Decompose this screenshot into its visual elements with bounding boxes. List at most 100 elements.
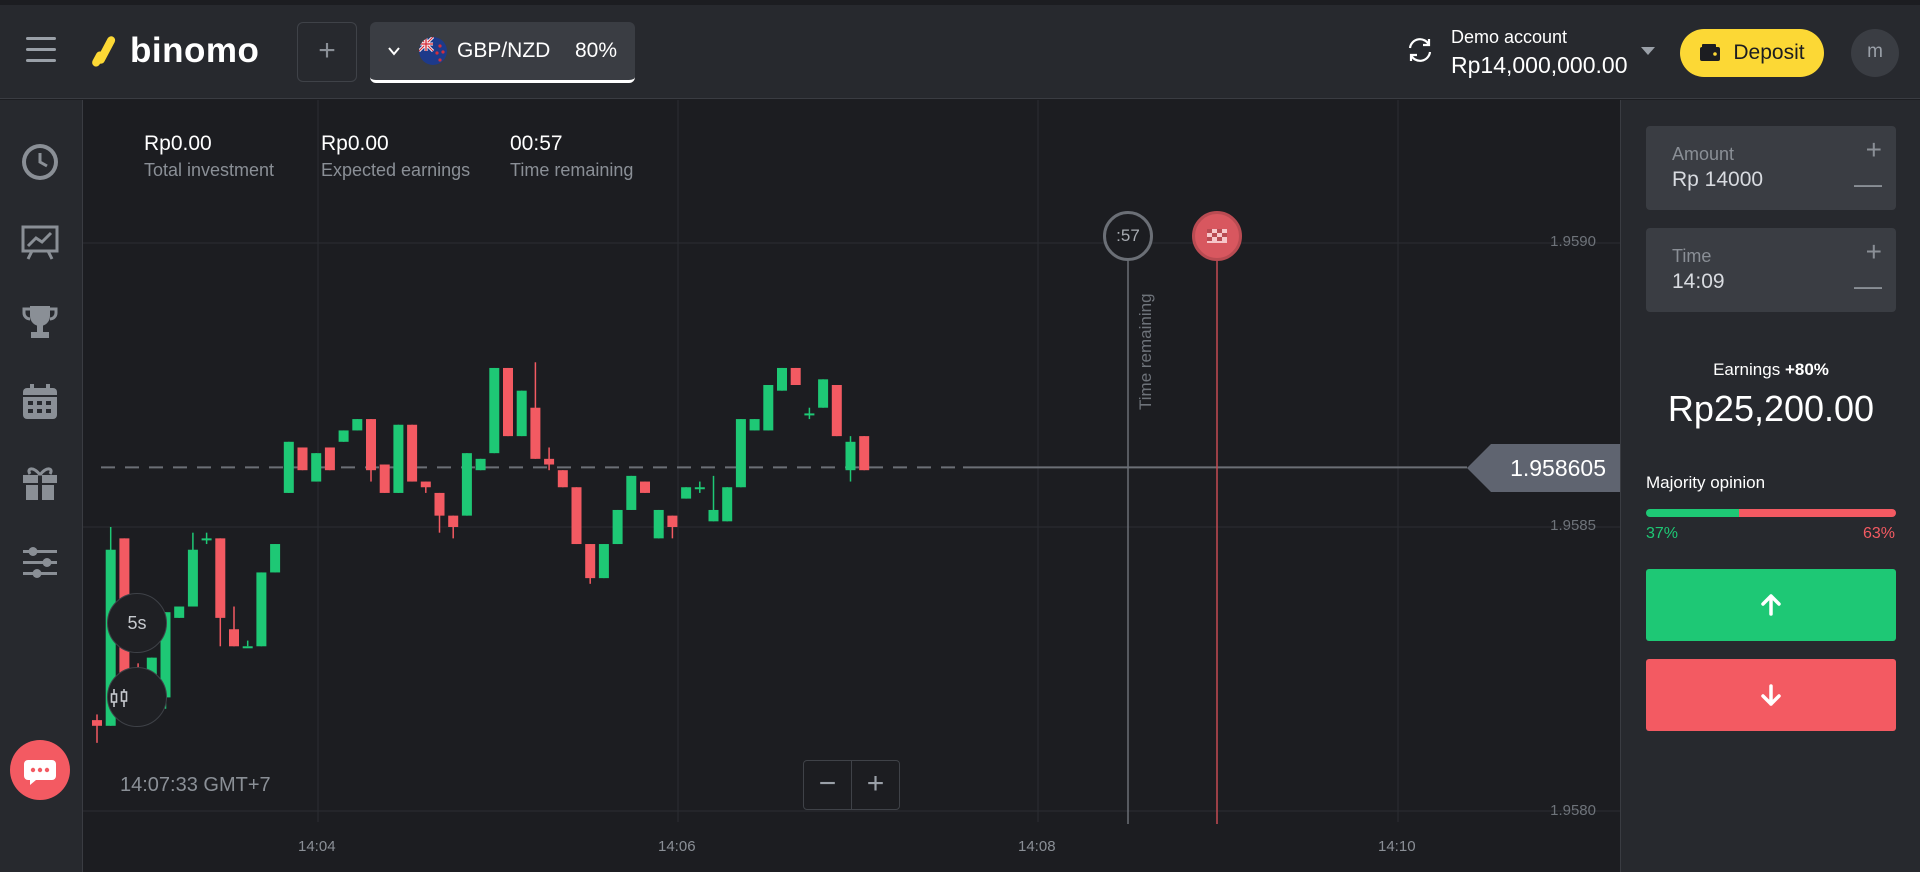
candle-body [612, 509, 623, 545]
top-bar: binomo + GBP/NZD 80% Demo account Rp14,0… [0, 5, 1920, 99]
candle-body [420, 481, 431, 488]
gift-icon[interactable] [20, 462, 60, 502]
add-asset-button[interactable]: + [297, 22, 357, 82]
deposit-button[interactable]: Deposit [1680, 29, 1824, 77]
candle-body [818, 379, 829, 408]
amount-plus-button[interactable]: + [1866, 134, 1882, 166]
zoom-out-button[interactable]: − [804, 761, 852, 809]
stat-total-investment: Rp0.00 Total investment [144, 132, 274, 181]
candle-body [598, 544, 609, 579]
account-label: Demo account [1451, 27, 1568, 47]
candle-body [448, 515, 459, 527]
down-button[interactable] [1646, 659, 1896, 731]
candle-body [174, 606, 185, 618]
time-label: Time [1672, 246, 1712, 266]
stat-label: Time remaining [510, 160, 634, 180]
candle-body [92, 720, 102, 726]
candle-body [667, 515, 678, 527]
up-button[interactable] [1646, 569, 1896, 641]
candle-body [338, 430, 349, 442]
candle-body [352, 419, 363, 431]
chevron-down-icon [388, 47, 400, 56]
logo-mark-icon [90, 33, 117, 69]
asset-name: GBP/NZD [457, 39, 551, 62]
amount-field[interactable]: Amount Rp 14000 + — [1646, 126, 1896, 210]
server-clock: 14:07:33 GMT+7 [120, 774, 271, 796]
chart-area[interactable]: Rp0.00 Total investment Rp0.00 Expected … [10, 100, 1620, 872]
candle-body [626, 475, 637, 510]
timeframe-button[interactable]: 5s [107, 593, 167, 653]
candle-body [735, 419, 746, 488]
amount-value[interactable]: Rp 14000 [1672, 168, 1763, 192]
time-minus-button[interactable]: — [1854, 270, 1882, 302]
candle-body [749, 419, 760, 431]
chat-icon[interactable] [10, 740, 70, 800]
candle-body [229, 629, 239, 647]
candle-body [694, 487, 705, 490]
sync-icon[interactable] [1403, 33, 1437, 67]
candle-body [407, 424, 418, 482]
candle-body [489, 367, 500, 454]
app: binomo + GBP/NZD 80% Demo account Rp14,0… [0, 0, 1920, 872]
chart-board-icon[interactable] [20, 222, 60, 262]
earnings-block: Earnings +80% Rp25,200.00 [1621, 360, 1920, 430]
menu-icon[interactable] [26, 37, 56, 63]
asset-payout: 80% [574, 39, 617, 62]
candle-body [434, 492, 445, 516]
candle-body [530, 407, 541, 459]
candle-body [461, 453, 472, 516]
candle-body [516, 390, 527, 437]
candle-body [283, 441, 294, 493]
asset-tab[interactable]: GBP/NZD 80% [370, 22, 635, 83]
candle-body [324, 447, 335, 471]
amount-label: Amount [1672, 144, 1735, 164]
current-price-tag: 1.958605 [1467, 444, 1620, 492]
earnings-pct: +80% [1784, 360, 1829, 379]
candle-body [763, 385, 774, 431]
stat-label: Expected earnings [321, 160, 471, 180]
candle-body [557, 470, 568, 488]
x-tick-label: 14:06 [658, 838, 696, 855]
candle-body [242, 646, 253, 649]
time-plus-button[interactable]: + [1866, 236, 1882, 268]
logo-text: binomo [130, 31, 260, 70]
caret-down-icon[interactable] [1641, 47, 1655, 55]
candle-body [366, 419, 376, 471]
y-tick-label: 1.9585 [1550, 517, 1596, 534]
gbp-nzd-flag-icon [419, 37, 447, 65]
candle-body [708, 509, 719, 522]
candle-body [585, 544, 596, 579]
majority-up-pct: 37% [1646, 525, 1679, 542]
avatar[interactable]: m [1851, 29, 1899, 77]
account-selector[interactable]: Demo account Rp14,000,000.00 [1451, 27, 1628, 79]
majority-up-fill [1646, 509, 1739, 517]
candles-icon[interactable] [107, 667, 167, 727]
majority-down-fill [1738, 509, 1896, 517]
time-value[interactable]: 14:09 [1672, 270, 1725, 294]
trade-panel: Amount Rp 14000 + — Time 14:09 + — Earni… [1620, 100, 1920, 872]
candle-body [640, 481, 650, 493]
candle-body [681, 487, 692, 499]
logo[interactable]: binomo [90, 31, 260, 71]
x-tick-label: 14:04 [298, 838, 336, 855]
zoom-in-button[interactable]: + [852, 761, 899, 809]
earnings-value: Rp25,200.00 [1667, 388, 1875, 429]
time-field[interactable]: Time 14:09 + — [1646, 228, 1896, 312]
stat-time-remaining: 00:57 Time remaining [510, 132, 633, 181]
stat-label: Total investment [144, 160, 275, 180]
finish-flag-icon [1192, 211, 1242, 261]
stat-value: Rp0.00 [321, 132, 389, 155]
candle-body [475, 458, 486, 471]
deposit-label: Deposit [1733, 41, 1805, 64]
price-chart[interactable] [83, 100, 1620, 872]
clock-icon[interactable] [20, 142, 60, 182]
calendar-icon[interactable] [20, 382, 60, 422]
trophy-icon[interactable] [20, 302, 60, 342]
y-tick-label: 1.9590 [1550, 233, 1596, 250]
zoom-control: − + [803, 760, 900, 810]
stat-value: 00:57 [510, 132, 563, 155]
arrow-up-icon [1761, 594, 1781, 616]
candle-body [845, 441, 856, 471]
sliders-icon[interactable] [20, 542, 60, 582]
amount-minus-button[interactable]: — [1854, 168, 1882, 200]
